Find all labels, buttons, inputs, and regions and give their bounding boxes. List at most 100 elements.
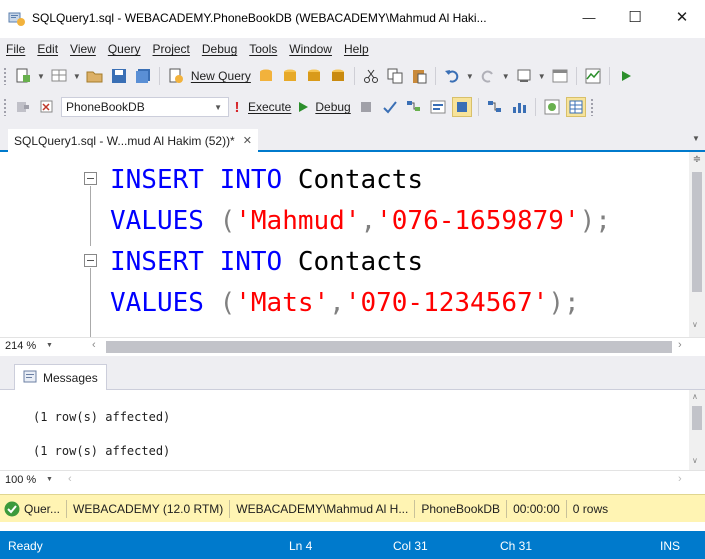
- close-button[interactable]: ✕: [659, 0, 705, 34]
- new-project-icon[interactable]: [13, 66, 33, 86]
- results-status-strip: 100 % ▼ ‹ ›: [0, 470, 705, 490]
- execute-icon[interactable]: !: [231, 97, 243, 117]
- activity-monitor-icon[interactable]: [583, 66, 603, 86]
- collapse-toggle-icon[interactable]: [84, 254, 97, 267]
- intellisense-icon[interactable]: [451, 97, 472, 117]
- live-stats-icon[interactable]: [509, 97, 529, 117]
- results-to-grid-icon[interactable]: [565, 97, 586, 117]
- change-connection-icon[interactable]: [37, 97, 57, 117]
- punctuation: );: [548, 288, 580, 318]
- split-handle-icon[interactable]: ≑: [691, 154, 703, 168]
- punctuation: );: [579, 206, 611, 236]
- open-folder-icon[interactable]: [85, 66, 105, 86]
- chevron-down-icon[interactable]: ▼: [466, 72, 474, 81]
- status-bar: Ready Ln 4 Col 31 Ch 31 INS: [0, 531, 705, 559]
- menu-debug[interactable]: Debug: [196, 42, 243, 56]
- tab-overflow-chevron-icon[interactable]: ▼: [692, 134, 700, 143]
- minimize-icon: —: [582, 9, 596, 25]
- estimated-plan-icon[interactable]: [404, 97, 424, 117]
- menu-bar: File Edit View Query Project Debug Tools…: [0, 38, 705, 60]
- chevron-down-icon[interactable]: ▼: [502, 72, 510, 81]
- chevron-down-icon[interactable]: ▼: [46, 342, 53, 349]
- menu-file[interactable]: File: [0, 42, 31, 56]
- debug-button[interactable]: Debug: [315, 100, 350, 114]
- database-select-value: PhoneBookDB: [66, 100, 145, 114]
- play-icon[interactable]: [616, 66, 636, 86]
- xmla-query-icon[interactable]: [328, 66, 348, 86]
- sql-editor[interactable]: INSERT INTO Contacts VALUES ('Mahmud','0…: [0, 152, 689, 337]
- menu-view[interactable]: View: [64, 42, 102, 56]
- keyword: INTO: [219, 165, 283, 195]
- horizontal-scrollbar-thumb[interactable]: [106, 341, 672, 353]
- database-query-icon[interactable]: [256, 66, 276, 86]
- scroll-right-icon[interactable]: ›: [678, 339, 682, 351]
- execute-button[interactable]: Execute: [248, 100, 291, 114]
- results-zoom-select[interactable]: 100 %: [5, 474, 36, 486]
- results-to-text-icon[interactable]: [542, 97, 562, 117]
- toolbar-separator: [534, 98, 536, 116]
- tab-sqlquery1[interactable]: SQLQuery1.sql - W...mud Al Hakim (52))* …: [8, 129, 258, 152]
- keyword: INTO: [219, 247, 283, 277]
- maximize-button[interactable]: ☐: [612, 0, 658, 34]
- database-select[interactable]: PhoneBookDB ▼: [61, 97, 229, 117]
- toolbar-grip[interactable]: [3, 98, 7, 116]
- chevron-down-icon[interactable]: ▼: [46, 476, 53, 483]
- redo-icon[interactable]: [478, 66, 498, 86]
- status-ready: Ready: [8, 539, 43, 553]
- scroll-right-icon[interactable]: ›: [678, 473, 682, 485]
- string-literal: '076-1659879': [376, 206, 580, 236]
- menu-help[interactable]: Help: [338, 42, 375, 56]
- dmx-query-icon[interactable]: [304, 66, 324, 86]
- grid-icon[interactable]: [49, 66, 69, 86]
- menu-window[interactable]: Window: [283, 42, 338, 56]
- outline-guide: [90, 268, 91, 337]
- toolbar-overflow-grip[interactable]: [589, 98, 594, 116]
- cut-icon[interactable]: [361, 66, 381, 86]
- messages-pane[interactable]: (1 row(s) affected) (1 row(s) affected): [0, 390, 689, 470]
- navigate-icon[interactable]: [514, 66, 534, 86]
- scroll-down-icon[interactable]: ∨: [692, 320, 698, 329]
- scrollbar-thumb[interactable]: [692, 406, 702, 430]
- debug-play-icon[interactable]: [296, 97, 310, 117]
- mdx-query-icon[interactable]: [280, 66, 300, 86]
- document-tab-strip: SQLQuery1.sql - W...mud Al Hakim (52))* …: [0, 122, 705, 152]
- chevron-down-icon[interactable]: ▼: [37, 72, 45, 81]
- window-layout-icon[interactable]: [550, 66, 570, 86]
- paste-icon[interactable]: [409, 66, 429, 86]
- messages-vertical-scrollbar[interactable]: ∧ ∨: [689, 390, 705, 470]
- minimize-button[interactable]: —: [566, 0, 612, 34]
- title-bar: SQLQuery1.sql - WEBACADEMY.PhoneBookDB (…: [0, 0, 705, 38]
- status-column: Col 31: [393, 539, 428, 553]
- sql-editor-toolbar: PhoneBookDB ▼ ! Execute Debug: [0, 92, 705, 122]
- tab-messages[interactable]: Messages: [14, 364, 107, 390]
- copy-icon[interactable]: [385, 66, 405, 86]
- scroll-left-icon[interactable]: ‹: [92, 339, 96, 351]
- editor-zoom-select[interactable]: 214 %: [5, 340, 36, 352]
- new-query-icon[interactable]: [166, 66, 186, 86]
- stop-icon[interactable]: [356, 97, 376, 117]
- tab-close-icon[interactable]: ✕: [243, 134, 252, 147]
- save-icon[interactable]: [109, 66, 129, 86]
- new-query-button[interactable]: New Query: [191, 69, 251, 83]
- menu-project[interactable]: Project: [147, 42, 196, 56]
- string-literal: '070-1234567': [344, 288, 549, 318]
- include-plan-icon[interactable]: [485, 97, 505, 117]
- save-all-icon[interactable]: [133, 66, 153, 86]
- connect-icon[interactable]: [13, 97, 33, 117]
- menu-query[interactable]: Query: [102, 42, 147, 56]
- menu-edit[interactable]: Edit: [31, 42, 64, 56]
- parse-checkmark-icon[interactable]: [380, 97, 400, 117]
- chevron-down-icon[interactable]: ▼: [73, 72, 81, 81]
- scroll-up-icon[interactable]: ∧: [692, 392, 698, 401]
- collapse-toggle-icon[interactable]: [84, 172, 97, 185]
- undo-icon[interactable]: [442, 66, 462, 86]
- toolbar-grip[interactable]: [3, 67, 7, 85]
- scroll-left-icon[interactable]: ‹: [68, 473, 72, 485]
- scrollbar-thumb[interactable]: [692, 172, 702, 292]
- scroll-down-icon[interactable]: ∨: [692, 456, 698, 465]
- editor-vertical-scrollbar[interactable]: ≑ ∨: [689, 152, 705, 337]
- chevron-down-icon[interactable]: ▼: [538, 72, 546, 81]
- punctuation: ,: [329, 288, 345, 318]
- query-options-icon[interactable]: [428, 97, 448, 117]
- menu-tools[interactable]: Tools: [243, 42, 283, 56]
